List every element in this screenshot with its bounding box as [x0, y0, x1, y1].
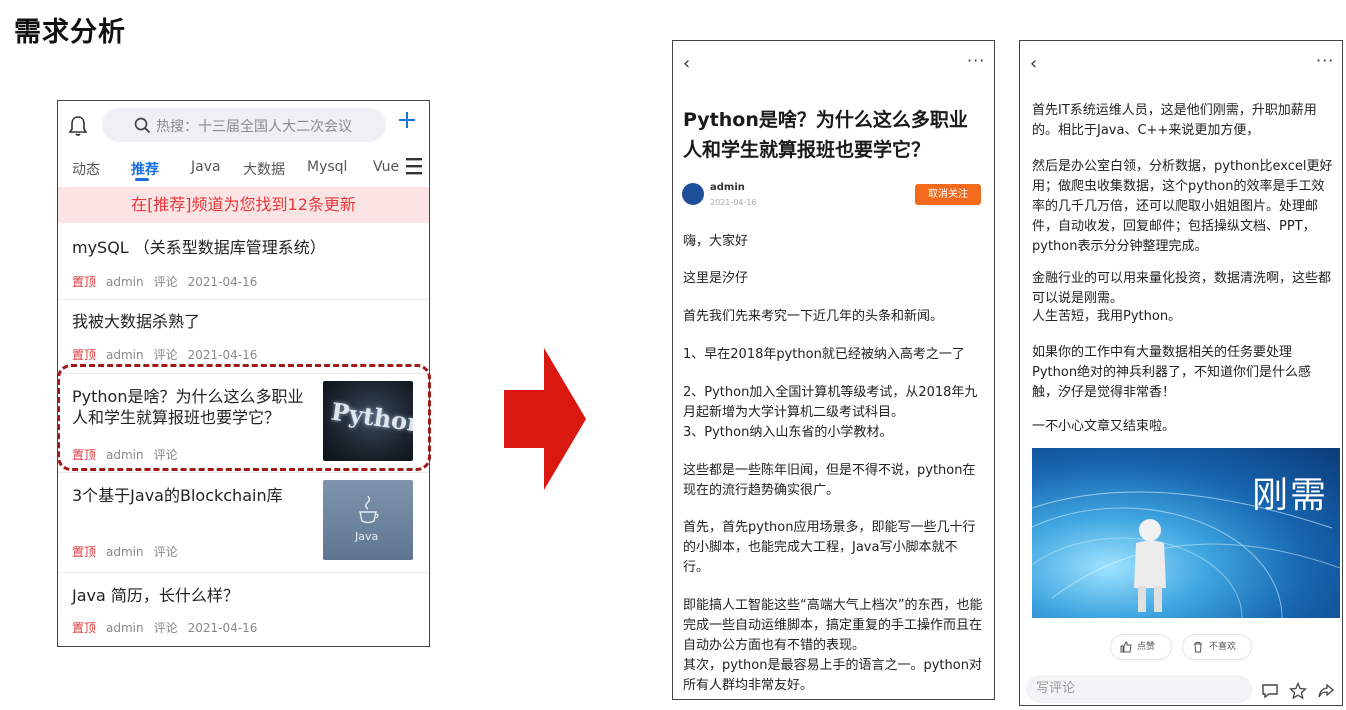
- java-cup-icon: [359, 495, 379, 524]
- update-banner: 在[推荐]频道为您找到12条更新: [58, 187, 429, 223]
- pinned-badge: 置顶: [72, 621, 97, 635]
- more-options-icon[interactable]: ···: [1316, 51, 1334, 70]
- java-thumbnail[interactable]: Java: [323, 480, 413, 560]
- date: 2021-04-16: [187, 348, 258, 362]
- article-paragraph: 首先IT系统运维人员，这是他们刚需，升职加薪用的。相比于Java、C++来说更加…: [1032, 103, 1317, 138]
- comment-link[interactable]: 评论: [154, 348, 178, 362]
- article-end-phone: ‹ ··· 首先IT系统运维人员，这是他们刚需，升职加薪用的。相比于Java、C…: [1019, 40, 1343, 706]
- article-title: mySQL （关系型数据库管理系统）: [72, 238, 326, 257]
- flow-arrow-icon: [504, 348, 586, 490]
- search-placeholder: 热搜：十三届全国人大二次会议: [156, 119, 352, 135]
- star-icon[interactable]: [1289, 682, 1307, 700]
- list-item[interactable]: 我被大数据杀熟了 置顶 admin 评论 2021-04-16: [58, 300, 429, 374]
- tab-mysql[interactable]: Mysql: [307, 159, 347, 175]
- article-title: 3个基于Java的Blockchain库: [72, 486, 283, 505]
- author: admin: [106, 621, 144, 635]
- share-icon[interactable]: [1317, 682, 1335, 700]
- comment-link[interactable]: 评论: [154, 275, 178, 289]
- article-paragraph: 其次，python是最容易上手的语言之一。python对所有人群均非常友好。: [683, 658, 982, 693]
- article-paragraph: 首先我们先来考究一下近几年的头条和新闻。: [683, 309, 944, 324]
- article-paragraph: 这些都是一些陈年旧闻，但是不得不说，python在现在的流行趋势确实很广。: [683, 463, 976, 498]
- comment-icon[interactable]: [1261, 682, 1279, 700]
- article-paragraph: 这里是汐仔: [683, 271, 749, 286]
- tab-tuijian[interactable]: 推荐: [131, 159, 159, 179]
- article-paragraph: 3、Python纳入山东省的小学教材。: [683, 425, 893, 440]
- like-label: 点赞: [1137, 642, 1156, 652]
- article-title: Java 简历，长什么样？: [72, 586, 239, 605]
- date: 2021-04-16: [187, 621, 258, 635]
- list-item[interactable]: Java 简历，长什么样？ 置顶 admin 评论 2021-04-16: [58, 573, 429, 646]
- author: admin: [106, 275, 144, 289]
- article-paragraph: 一不小心文章又结束啦。: [1032, 419, 1176, 434]
- article-paragraph: 嗨，大家好: [683, 234, 749, 249]
- article-meta: 置顶 admin 评论 2021-04-16: [72, 346, 267, 363]
- tab-bigdata[interactable]: 大数据: [243, 159, 285, 179]
- dislike-label: 不喜欢: [1209, 642, 1237, 652]
- article-paragraph: 然后是办公室白领，分析数据，python比excel更好用；做爬虫收集数据，这个…: [1032, 159, 1333, 254]
- top-bar: 热搜：十三届全国人大二次会议: [58, 101, 429, 149]
- add-icon[interactable]: [398, 111, 416, 129]
- article-title: Python是啥？为什么这么多职业人和学生就算报班也要学它？: [683, 109, 968, 161]
- trash-icon: [1194, 642, 1202, 653]
- image-caption: 刚需: [1251, 475, 1328, 516]
- back-button[interactable]: ‹: [683, 53, 690, 74]
- comment-bar: 写评论: [1020, 671, 1342, 705]
- like-button[interactable]: 点赞: [1110, 634, 1172, 660]
- thumbs-up-icon: [1120, 641, 1132, 653]
- article-paragraph: 即能搞人工智能这些“高端大气上档次”的东西，也能完成一些自动运维脚本，搞定重复的…: [683, 598, 983, 653]
- article-title: 我被大数据杀熟了: [72, 312, 201, 331]
- comment-link[interactable]: 评论: [154, 545, 178, 559]
- menu-icon[interactable]: [405, 155, 423, 177]
- comment-link[interactable]: 评论: [154, 621, 178, 635]
- unfollow-button[interactable]: 取消关注: [915, 184, 981, 205]
- article-paragraph: 人生苦短，我用Python。: [1032, 309, 1182, 324]
- back-button[interactable]: ‹: [1030, 53, 1037, 74]
- tab-vue[interactable]: Vue: [373, 159, 399, 175]
- tab-dongtai[interactable]: 动态: [72, 159, 100, 179]
- article-paragraph: 1、早在2018年python就已经被纳入高考之一了: [683, 347, 965, 362]
- author: admin: [106, 348, 144, 362]
- page-title: 需求分析: [14, 17, 126, 48]
- author: admin: [106, 545, 144, 559]
- pinned-badge: 置顶: [72, 348, 97, 362]
- publish-date: 2021-04-16: [710, 198, 757, 207]
- search-input[interactable]: 热搜：十三届全国人大二次会议: [102, 108, 386, 142]
- author-name[interactable]: admin: [710, 182, 745, 193]
- article-paragraph: 2、Python加入全国计算机等级考试，从2018年九月起新增为大学计算机二级考…: [683, 385, 978, 420]
- list-item[interactable]: 3个基于Java的Blockchain库 置顶 admin 评论 Java: [58, 473, 429, 573]
- dislike-button[interactable]: 不喜欢: [1182, 634, 1252, 660]
- channel-tabs: 动态 推荐 Java 大数据 Mysql Vue: [58, 153, 429, 183]
- bell-icon[interactable]: [68, 115, 88, 137]
- list-item[interactable]: mySQL （关系型数据库管理系统） 置顶 admin 评论 2021-04-16: [58, 223, 429, 300]
- thumbnail-text: Java: [355, 530, 379, 543]
- article-meta: 置顶 admin 评论: [72, 543, 188, 560]
- article-meta: 置顶 admin 评论 2021-04-16: [72, 619, 267, 636]
- article-paragraph: 如果你的工作中有大量数据相关的任务要处理Python绝对的神兵利器了，不知道你们…: [1032, 345, 1312, 400]
- date: 2021-04-16: [187, 275, 258, 289]
- article-image: 刚需: [1032, 448, 1340, 618]
- pinned-badge: 置顶: [72, 275, 97, 289]
- active-tab-indicator: [135, 178, 149, 181]
- article-paragraph: 金融行业的可以用来量化投资，数据清洗啊，这些都可以说是刚需。: [1032, 271, 1332, 306]
- selected-article-highlight: [57, 364, 431, 471]
- article-detail-phone: ‹ ··· Python是啥？为什么这么多职业人和学生就算报班也要学它？ adm…: [672, 40, 995, 700]
- pinned-badge: 置顶: [72, 545, 97, 559]
- search-icon: [134, 117, 151, 134]
- more-options-icon[interactable]: ···: [967, 51, 985, 70]
- avatar[interactable]: [682, 183, 704, 205]
- article-meta: 置顶 admin 评论 2021-04-16: [72, 273, 267, 290]
- article-paragraph: 首先，首先python应用场景多，即能写一些几十行的小脚本，也能完成大工程，Ja…: [683, 520, 976, 575]
- tab-java[interactable]: Java: [191, 159, 221, 175]
- comment-input[interactable]: 写评论: [1026, 675, 1252, 703]
